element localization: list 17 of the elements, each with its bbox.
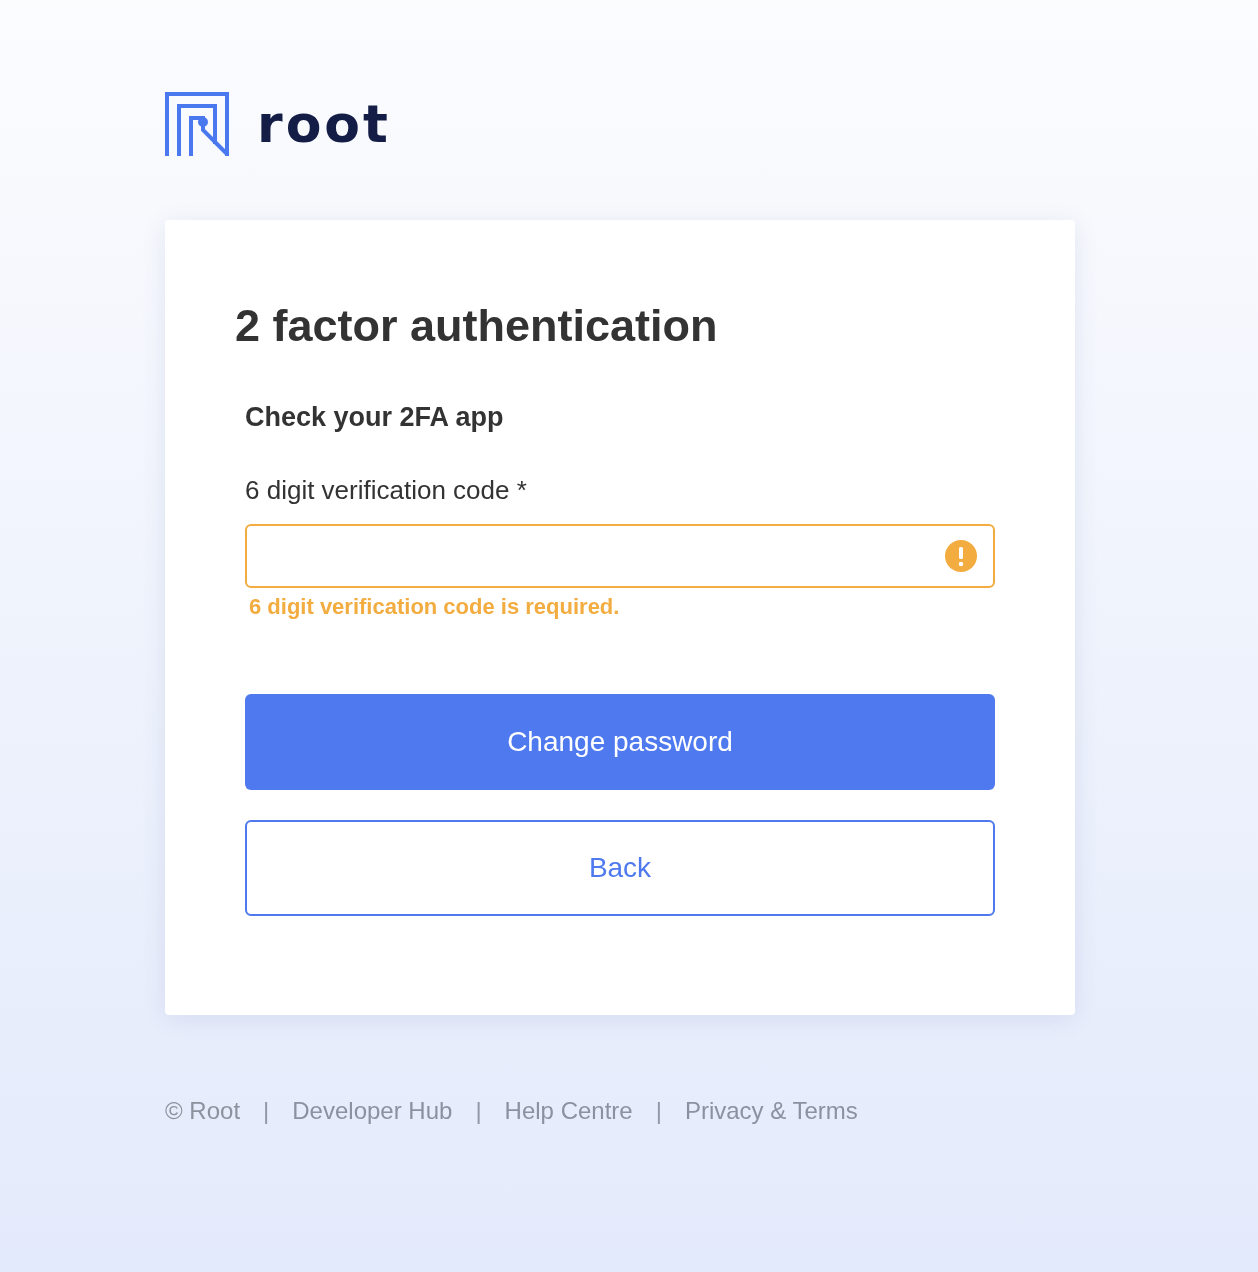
logo-icon	[165, 92, 229, 156]
footer-link[interactable]: Help Centre	[504, 1097, 633, 1125]
separator: |	[474, 1097, 483, 1125]
back-button[interactable]: Back	[245, 820, 995, 916]
section-heading: Check your 2FA app	[245, 402, 505, 433]
separator: |	[262, 1097, 271, 1125]
verification-code-field[interactable]	[245, 524, 995, 588]
footer-link[interactable]: Developer Hub	[292, 1097, 453, 1125]
change-password-button[interactable]: Change password	[245, 694, 995, 790]
separator: |	[654, 1097, 663, 1125]
warning-icon	[945, 540, 977, 572]
footer-link[interactable]: Privacy & Terms	[684, 1097, 858, 1125]
field-label: 6 digit verification code *	[245, 475, 528, 506]
logo-text: root	[257, 98, 391, 150]
copyright-text: © Root	[165, 1097, 241, 1125]
error-message: 6 digit verification code is required.	[249, 594, 621, 620]
page-title: 2 factor authentication	[235, 300, 719, 352]
